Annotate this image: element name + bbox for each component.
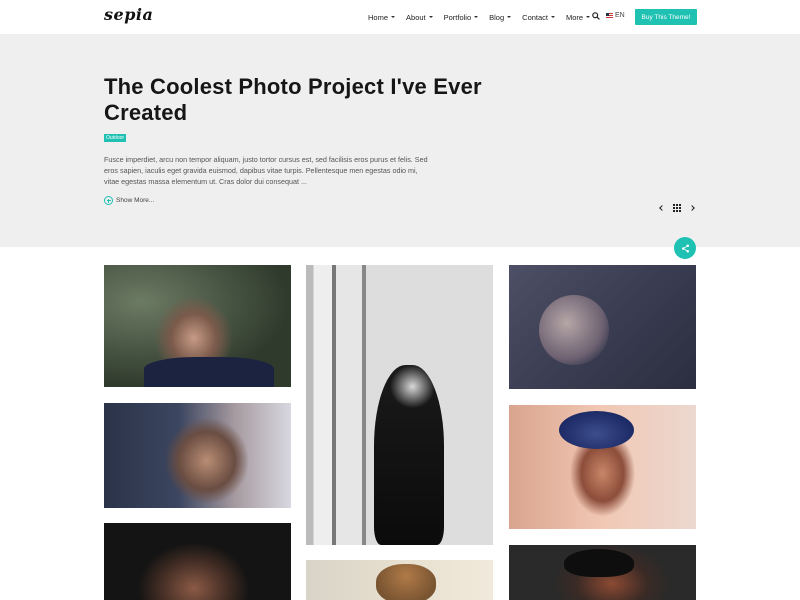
language-switcher[interactable]: EN: [606, 12, 625, 19]
figure-silhouette: [374, 365, 444, 545]
chevron-down-icon: [586, 16, 591, 18]
site-logo[interactable]: sepia: [104, 5, 153, 24]
chevron-down-icon: [507, 16, 512, 18]
show-more-label: Show More...: [116, 197, 155, 204]
gallery-photo-child-portrait[interactable]: [306, 560, 493, 600]
nav-item-label: About: [406, 12, 426, 22]
share-icon: [681, 244, 689, 252]
nav-item-home[interactable]: Home: [368, 12, 396, 22]
nav-item-blog[interactable]: Blog: [489, 12, 512, 22]
gallery-photo-woman-dark-hair[interactable]: [104, 265, 291, 387]
main-nav: Home About Portfolio Blog Contact More: [368, 0, 601, 34]
show-more-link[interactable]: Show More...: [104, 196, 154, 205]
plus-circle-icon: [104, 196, 113, 205]
nav-item-contact[interactable]: Contact: [522, 12, 556, 22]
nav-item-portfolio[interactable]: Portfolio: [444, 13, 479, 22]
grid-view-button[interactable]: [672, 203, 682, 213]
share-button[interactable]: [674, 237, 696, 259]
gallery-photo-woman-blue-hat[interactable]: [509, 405, 696, 529]
chevron-left-icon: [659, 205, 665, 211]
gallery-photo-woman-black-white-fence[interactable]: [306, 265, 493, 545]
hero-excerpt: Fusce imperdiet, arcu non tempor aliquam…: [104, 155, 428, 186]
next-slide-button[interactable]: [688, 203, 696, 213]
nav-item-label: Portfolio: [443, 12, 472, 22]
search-icon[interactable]: [592, 12, 600, 20]
nav-item-about[interactable]: About: [406, 13, 433, 22]
buy-theme-button[interactable]: Buy This Theme!: [635, 9, 697, 25]
chevron-down-icon: [428, 16, 433, 18]
chevron-right-icon: [689, 205, 695, 211]
hero-title[interactable]: The Coolest Photo Project I've Ever Crea…: [104, 74, 484, 126]
category-tag[interactable]: Outdoor: [104, 134, 127, 142]
chevron-down-icon: [551, 16, 556, 18]
gallery-photo-woman-portrait[interactable]: [104, 523, 291, 600]
gallery-photo-woman-black-hat[interactable]: [509, 545, 696, 600]
site-header: sepia Home About Portfolio Blog Contact …: [0, 0, 800, 34]
nav-item-more[interactable]: More: [566, 12, 591, 22]
nav-item-label: Home: [368, 12, 389, 22]
grid-icon: [673, 204, 681, 212]
gallery-photo-tattooed-woman[interactable]: [104, 403, 291, 508]
gallery-photo-woman-in-chair[interactable]: [509, 265, 696, 389]
nav-item-label: Blog: [489, 12, 505, 22]
language-label: EN: [615, 12, 625, 19]
chevron-down-icon: [474, 16, 479, 18]
chevron-down-icon: [391, 16, 396, 18]
flag-icon: [606, 13, 613, 18]
nav-item-label: More: [566, 12, 584, 22]
prev-slide-button[interactable]: [658, 203, 666, 213]
nav-item-label: Contact: [522, 12, 549, 22]
